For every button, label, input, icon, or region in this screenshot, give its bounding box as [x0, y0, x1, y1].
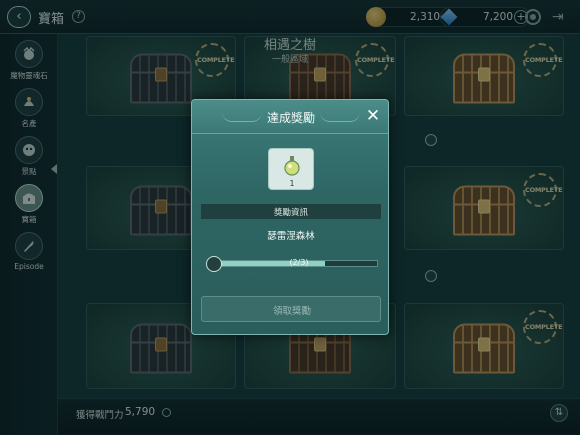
- dialog-title: 達成獎勵: [266, 111, 315, 125]
- reward-place-name: 瑟雷涅森林: [267, 231, 315, 242]
- reward-item-slot[interactable]: 1: [268, 148, 314, 190]
- reward-info-bar: 獎勵資訊: [201, 204, 381, 219]
- close-button[interactable]: ✕: [364, 106, 382, 126]
- progress-text: (2/3): [289, 258, 309, 267]
- achievement-reward-dialog: 達成獎勵 ✕ 1 獎勵資訊 瑟雷涅森林 (2/3) 領取獎勵: [191, 99, 389, 335]
- claim-reward-label: 領取獎勵: [272, 306, 311, 317]
- dialog-header: 達成獎勵 ✕: [192, 100, 388, 134]
- reward-count: 1: [289, 179, 295, 188]
- reward-info-label: 獎勵資訊: [273, 208, 308, 218]
- claim-reward-button[interactable]: 領取獎勵: [201, 296, 381, 322]
- potion-icon: [284, 156, 300, 176]
